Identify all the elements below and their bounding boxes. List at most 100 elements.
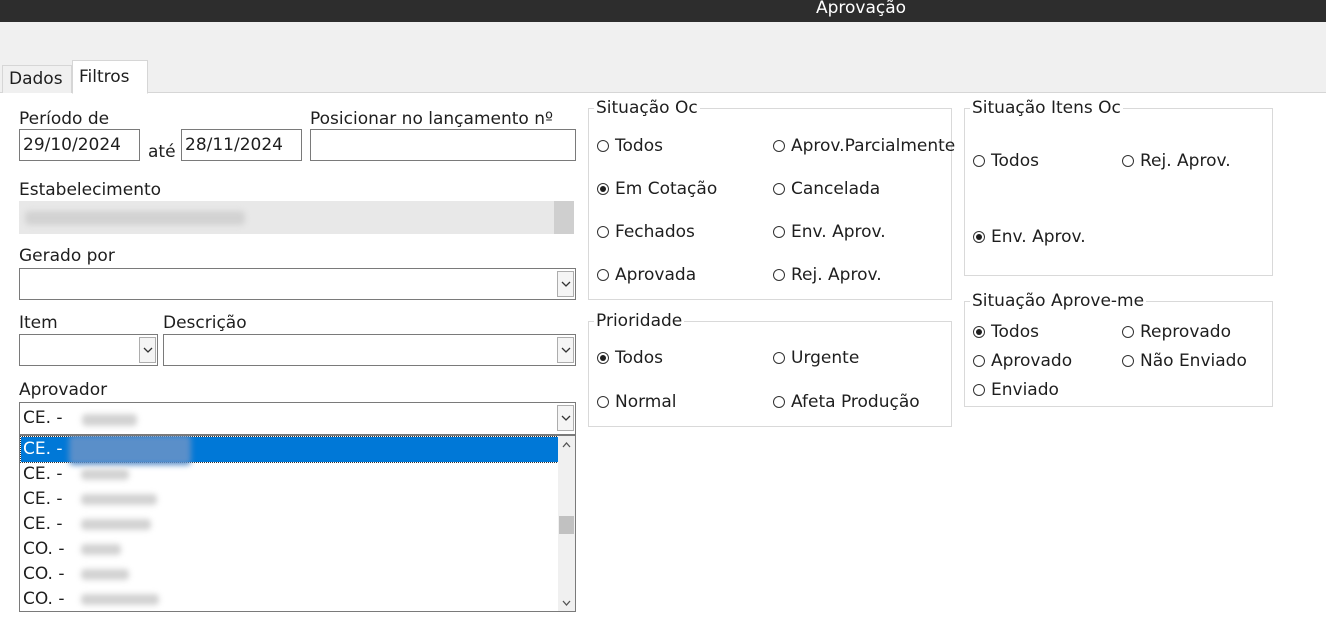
tab-filtros[interactable]: Filtros (72, 60, 148, 94)
redacted-text (81, 544, 121, 555)
situacao-itens-env-aprov-radio[interactable]: Env. Aprov. (973, 227, 1086, 247)
prioridade-group: Prioridade Todos Urgente Normal Afeta Pr… (588, 311, 952, 427)
tab-dados-label: Dados (9, 69, 63, 89)
chevron-down-icon[interactable] (557, 405, 574, 431)
situacao-oc-aprovada-radio[interactable]: Aprovada (597, 265, 696, 285)
aprove-me-nao-enviado-radio[interactable]: Não Enviado (1122, 351, 1247, 371)
chevron-down-icon[interactable] (139, 337, 156, 363)
radio-icon (973, 384, 985, 396)
prioridade-title: Prioridade (594, 311, 685, 331)
situacao-oc-aprov-parcialmente-radio[interactable]: Aprov.Parcialmente (773, 136, 955, 156)
aprove-me-aprovado-radio[interactable]: Aprovado (973, 351, 1072, 371)
redacted-text (82, 414, 137, 426)
chevron-down-icon[interactable] (557, 337, 574, 363)
tab-dados[interactable]: Dados (2, 65, 72, 93)
redacted-text (81, 569, 129, 580)
radio-icon (597, 226, 609, 238)
situacao-oc-env-aprov-radio[interactable]: Env. Aprov. (773, 222, 886, 242)
radio-icon (773, 183, 785, 195)
radio-icon (597, 140, 609, 152)
list-item[interactable]: CO. - (21, 562, 558, 587)
radio-label: Todos (615, 348, 663, 368)
list-item-prefix: CO. - (23, 539, 65, 559)
radio-icon (773, 140, 785, 152)
list-item[interactable]: CE. - (20, 436, 559, 465)
item-select[interactable] (19, 334, 158, 366)
aprovador-value: CE. - (23, 408, 63, 428)
scroll-thumb[interactable] (559, 516, 574, 534)
situacao-oc-title: Situação Oc (594, 98, 700, 118)
radio-icon (773, 269, 785, 281)
situacao-itens-rej-aprov-radio[interactable]: Rej. Aprov. (1122, 151, 1231, 171)
list-scrollbar[interactable] (558, 436, 575, 611)
radio-label: Aprov.Parcialmente (791, 136, 956, 156)
radio-label: Todos (991, 151, 1039, 171)
radio-icon (597, 396, 609, 408)
radio-label: Cancelada (791, 179, 881, 199)
radio-label: Todos (615, 136, 663, 156)
situacao-oc-em-cotacao-radio[interactable]: Em Cotação (597, 179, 717, 199)
list-item-prefix: CE. - (23, 489, 63, 509)
radio-checked-icon (597, 352, 609, 364)
situacao-oc-todos-radio[interactable]: Todos (597, 136, 663, 156)
list-item-prefix: CO. - (23, 589, 65, 609)
aprove-me-enviado-radio[interactable]: Enviado (973, 380, 1059, 400)
situacao-itens-oc-title: Situação Itens Oc (970, 98, 1123, 118)
estabelecimento-field-end (554, 201, 574, 234)
radio-label: Enviado (991, 380, 1059, 400)
aprovador-select[interactable]: CE. - (19, 402, 576, 435)
list-item[interactable]: CO. - (21, 587, 558, 611)
window-titlebar: Aprovação (0, 0, 1326, 22)
list-item[interactable]: CO. - (21, 537, 558, 562)
radio-icon (1122, 355, 1134, 367)
radio-icon (773, 226, 785, 238)
prioridade-urgente-radio[interactable]: Urgente (773, 348, 859, 368)
radio-checked-icon (973, 326, 985, 338)
aprove-me-reprovado-radio[interactable]: Reprovado (1122, 322, 1231, 342)
radio-checked-icon (973, 231, 985, 243)
list-item-prefix: CE. - (23, 439, 63, 459)
radio-label: Reprovado (1140, 322, 1231, 342)
redacted-text (81, 469, 129, 480)
radio-icon (1122, 155, 1134, 167)
redacted-text (81, 519, 151, 530)
posicionar-input[interactable] (310, 129, 576, 161)
chevron-up-icon[interactable] (558, 436, 575, 453)
aprovador-dropdown-list[interactable]: CE. - CE. - CE. - CE. - CO. - CO. - CO. … (19, 435, 576, 612)
radio-icon (773, 352, 785, 364)
situacao-oc-cancelada-radio[interactable]: Cancelada (773, 179, 880, 199)
gerado-por-label: Gerado por (19, 246, 115, 266)
radio-label: Normal (615, 392, 677, 412)
periodo-from-input[interactable]: 29/10/2024 (19, 129, 140, 161)
chevron-down-icon[interactable] (558, 594, 575, 611)
prioridade-afeta-producao-radio[interactable]: Afeta Produção (773, 392, 920, 412)
situacao-itens-oc-group: Situação Itens Oc Todos Rej. Aprov. Env.… (964, 98, 1273, 276)
radio-label: Env. Aprov. (791, 222, 886, 242)
situacao-oc-rej-aprov-radio[interactable]: Rej. Aprov. (773, 265, 882, 285)
prioridade-todos-radio[interactable]: Todos (597, 348, 663, 368)
situacao-itens-todos-radio[interactable]: Todos (973, 151, 1039, 171)
list-item[interactable]: CE. - (21, 487, 558, 512)
situacao-oc-fechados-radio[interactable]: Fechados (597, 222, 695, 242)
gerado-por-select[interactable] (19, 268, 576, 300)
toolbar-area (0, 22, 1326, 93)
tab-filtros-label: Filtros (79, 67, 130, 87)
redacted-text (81, 594, 159, 605)
aprove-me-todos-radio[interactable]: Todos (973, 322, 1039, 342)
prioridade-normal-radio[interactable]: Normal (597, 392, 677, 412)
posicionar-label: Posicionar no lançamento nº (310, 109, 553, 129)
radio-icon (973, 155, 985, 167)
radio-label: Em Cotação (615, 179, 718, 199)
list-item[interactable]: CE. - (21, 462, 558, 487)
radio-icon (773, 396, 785, 408)
radio-label: Aprovada (615, 265, 697, 285)
radio-icon (597, 269, 609, 281)
list-item[interactable]: CE. - (21, 512, 558, 537)
periodo-to-input[interactable]: 28/11/2024 (181, 129, 302, 161)
chevron-down-icon[interactable] (557, 271, 574, 297)
situacao-aprove-me-group: Situação Aprove-me Todos Reprovado Aprov… (964, 291, 1273, 407)
radio-label: Aprovado (991, 351, 1073, 371)
descricao-select[interactable] (163, 334, 576, 366)
estabelecimento-label: Estabelecimento (19, 180, 162, 200)
radio-label: Afeta Produção (791, 392, 920, 412)
